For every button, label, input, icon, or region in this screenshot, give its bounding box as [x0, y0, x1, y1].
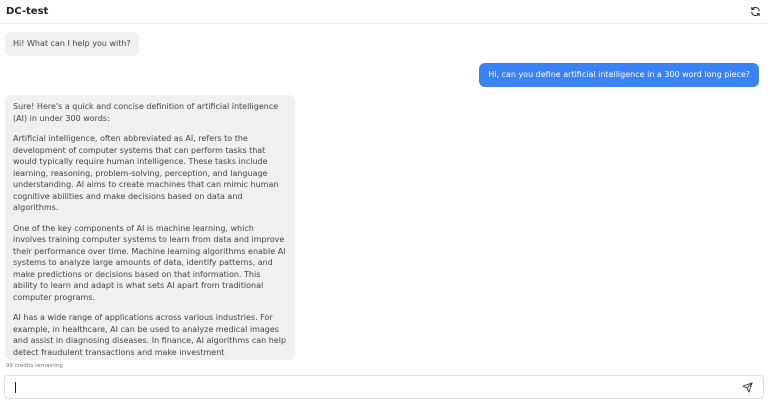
- send-icon: [741, 381, 753, 393]
- message-paragraph: Artificial intelligence, often abbreviat…: [13, 134, 279, 212]
- message-paragraph: AI has a wide range of applications acro…: [13, 313, 287, 360]
- message-paragraph: One of the key components of AI is machi…: [13, 223, 286, 302]
- header: DC-test: [0, 0, 768, 24]
- message-text: Hi, can you define artificial intelligen…: [488, 70, 750, 79]
- chat-thread[interactable]: Hi! What can I help you with? Hi, can yo…: [0, 24, 768, 360]
- text-caret: [15, 381, 16, 393]
- refresh-icon: [750, 6, 760, 17]
- user-message: Hi, can you define artificial intelligen…: [479, 63, 759, 87]
- refresh-button[interactable]: [748, 5, 762, 19]
- send-button[interactable]: [741, 381, 753, 393]
- message-paragraph: Sure! Here's a quick and concise definit…: [13, 102, 279, 123]
- message-input[interactable]: [18, 382, 741, 392]
- bot-message: Sure! Here's a quick and concise definit…: [5, 95, 295, 360]
- chat-app: DC-test Hi! What can I help you with? Hi…: [0, 0, 768, 404]
- app-title: DC-test: [6, 6, 49, 17]
- credits-remaining: 99 credits remaining: [6, 363, 63, 369]
- message-text: Hi! What can I help you with?: [13, 39, 131, 48]
- bot-message: Hi! What can I help you with?: [5, 32, 139, 56]
- message-composer: [4, 375, 764, 399]
